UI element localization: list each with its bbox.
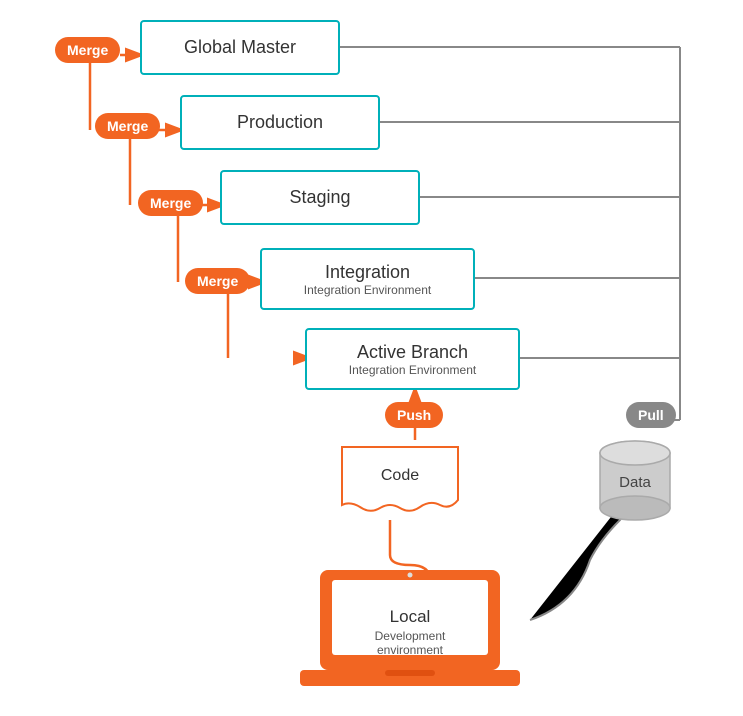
active-branch-sublabel: Integration Environment (349, 363, 476, 377)
merge-badge-3: Merge (138, 190, 203, 216)
svg-text:Code: Code (381, 467, 419, 484)
active-branch-label: Active Branch (357, 342, 468, 363)
svg-text:environment: environment (377, 643, 444, 657)
integration-sublabel: Integration Environment (304, 283, 431, 297)
merge-badge-1: Merge (55, 37, 120, 63)
production-box: Production (180, 95, 380, 150)
pull-badge: Pull (626, 402, 676, 428)
global-master-label: Global Master (184, 37, 296, 58)
integration-box: Integration Integration Environment (260, 248, 475, 310)
svg-text:Development: Development (375, 629, 446, 643)
global-master-box: Global Master (140, 20, 340, 75)
merge-badge-2: Merge (95, 113, 160, 139)
active-branch-box: Active Branch Integration Environment (305, 328, 520, 390)
svg-text:Data: Data (619, 474, 651, 491)
data-cylinder: Data (595, 435, 675, 525)
svg-text:Local: Local (390, 607, 431, 626)
staging-box: Staging (220, 170, 420, 225)
production-label: Production (237, 112, 323, 133)
push-badge: Push (385, 402, 443, 428)
diagram: Global Master Production Staging Integra… (0, 0, 743, 716)
merge-badge-4: Merge (185, 268, 250, 294)
integration-label: Integration (325, 262, 410, 283)
staging-label: Staging (289, 187, 350, 208)
local-laptop: Local Development environment (300, 570, 520, 700)
code-box-container: Code (340, 445, 460, 520)
